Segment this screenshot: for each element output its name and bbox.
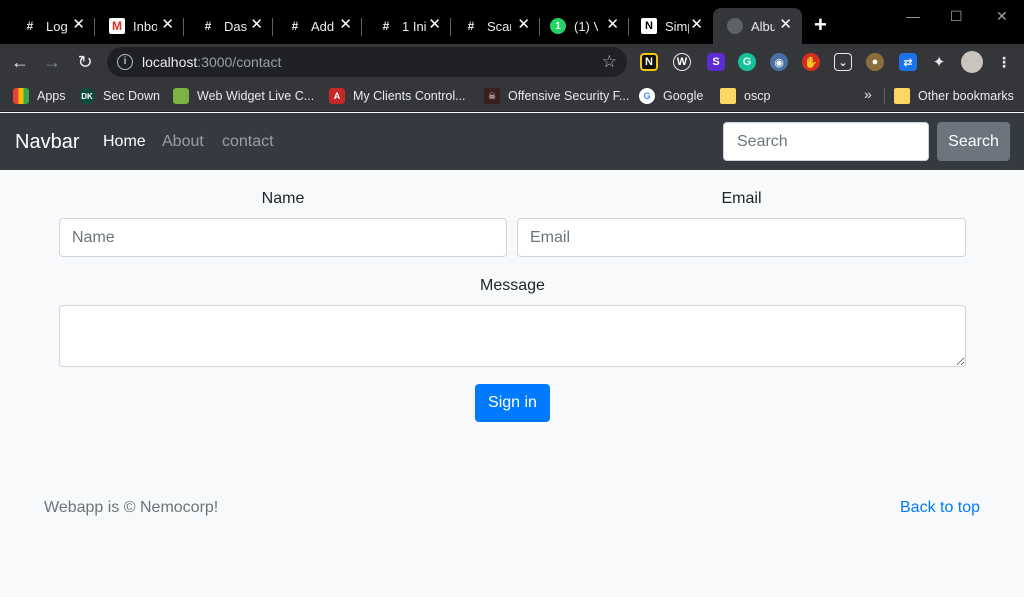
message-textarea[interactable] (59, 305, 966, 367)
window-close-button[interactable]: ✕ (996, 8, 1008, 25)
notion-clipper-extension-icon[interactable]: N (640, 53, 658, 71)
gmail-icon: M (109, 18, 125, 34)
close-icon[interactable]: ✕ (339, 17, 352, 33)
tampermonkey-extension-icon[interactable]: ◉ (770, 53, 788, 71)
new-tab-button[interactable]: + (814, 14, 827, 36)
browser-tab[interactable]: # Scar ✕ (451, 8, 540, 44)
apps-grid-icon (13, 88, 29, 104)
nav-link-about[interactable]: About (162, 133, 204, 151)
nav-link-home[interactable]: Home (103, 133, 146, 151)
bookmark-google[interactable]: G Google (639, 88, 703, 104)
browser-tab[interactable]: # Log ✕ (0, 8, 95, 44)
bookmark-oscp[interactable]: oscp (720, 88, 770, 104)
browser-tab[interactable]: # 1 Ini ✕ (362, 8, 451, 44)
browser-tab[interactable]: 1 (1) V ✕ (540, 8, 629, 44)
email-label: Email (721, 190, 762, 207)
tab-title: Simp (665, 18, 689, 34)
back-arrow-icon[interactable]: ← (8, 50, 32, 74)
search-button[interactable]: Search (937, 122, 1010, 161)
kebab-menu-icon[interactable]: ⋮ (995, 53, 1013, 71)
close-icon[interactable]: ✕ (428, 17, 441, 33)
browser-toolbar: ← → ↻ i localhost:3000/contact ☆ N W S G… (0, 44, 1024, 80)
profile-avatar[interactable] (961, 51, 983, 73)
navbar-brand[interactable]: Navbar (15, 131, 79, 154)
bookmark-apps[interactable]: Apps (13, 88, 66, 104)
browser-tab-strip: # Log ✕ M Inbo ✕ # Dash ✕ # Add ✕ # 1 In… (0, 0, 1024, 44)
tab-title: Inbo (133, 18, 157, 34)
bookmark-web-widget[interactable]: Web Widget Live C... (173, 88, 314, 104)
address-bar[interactable]: i localhost:3000/contact ☆ (107, 47, 627, 77)
tab-title: Albu (751, 18, 775, 34)
bookmark-sec-down[interactable]: DK Sec Down (79, 88, 160, 104)
hash-icon: # (467, 19, 475, 33)
folder-icon (720, 88, 736, 104)
a-logo-icon: A (329, 88, 345, 104)
site-navbar: Navbar Home About contact Search (0, 113, 1024, 170)
browser-tab[interactable]: # Add ✕ (273, 8, 362, 44)
close-icon[interactable]: ✕ (161, 17, 174, 33)
skull-icon: ☠ (484, 88, 500, 104)
back-to-top-link[interactable]: Back to top (900, 499, 980, 517)
wordpress-extension-icon[interactable]: W (673, 53, 691, 71)
whatsapp-icon: 1 (550, 18, 566, 34)
pocket-extension-icon[interactable]: ⌄ (834, 53, 852, 71)
info-icon[interactable]: i (117, 54, 133, 70)
close-icon[interactable]: ✕ (72, 17, 85, 33)
tab-title: Log (46, 18, 68, 34)
close-icon[interactable]: ✕ (606, 17, 619, 33)
browser-tab[interactable]: M Inbo ✕ (95, 8, 184, 44)
close-icon[interactable]: ✕ (250, 17, 263, 33)
bookmark-offensive-security[interactable]: ☠ Offensive Security F... (484, 88, 629, 104)
close-icon[interactable]: ✕ (517, 17, 530, 33)
hash-icon: # (26, 19, 34, 33)
sign-in-button[interactable]: Sign in (475, 384, 550, 422)
grammarly-extension-icon[interactable]: G (738, 53, 756, 71)
email-input[interactable] (517, 218, 966, 257)
bookmark-my-clients[interactable]: A My Clients Control... (329, 88, 466, 104)
name-input[interactable] (59, 218, 507, 257)
cookie-extension-icon[interactable]: ● (866, 53, 884, 71)
search-input[interactable] (723, 122, 929, 161)
bookmarks-bar: Apps DK Sec Down Web Widget Live C... A … (0, 80, 1024, 112)
close-icon[interactable]: ✕ (779, 17, 792, 33)
name-label: Name (261, 190, 305, 207)
leaf-icon (173, 88, 189, 104)
forward-arrow-icon[interactable]: → (40, 50, 64, 74)
browser-tab[interactable]: N Simp ✕ (629, 8, 713, 44)
nav-link-contact[interactable]: contact (222, 133, 274, 151)
hash-icon: # (204, 19, 212, 33)
minimize-button[interactable]: — (906, 8, 920, 24)
stylish-extension-icon[interactable]: S (707, 53, 725, 71)
globe-icon (727, 18, 743, 34)
message-label: Message (480, 277, 545, 294)
hash-icon: # (291, 19, 299, 33)
browser-tab-active[interactable]: Albu ✕ (713, 8, 802, 44)
tab-title: 1 Ini (402, 18, 426, 34)
tab-title: Add (311, 18, 335, 34)
bookmarks-overflow-button[interactable]: » (864, 86, 872, 102)
maximize-button[interactable]: ☐ (950, 8, 963, 25)
url-text: localhost:3000/contact (142, 54, 282, 70)
puzzle-extensions-icon[interactable]: ✦ (930, 53, 948, 71)
tab-title: Dash (224, 18, 248, 34)
folder-icon (894, 88, 910, 104)
bookmark-star-icon[interactable]: ☆ (602, 52, 617, 72)
close-icon[interactable]: ✕ (690, 17, 703, 33)
bookmark-other-bookmarks[interactable]: Other bookmarks (894, 88, 1014, 104)
tab-title: (1) V (574, 18, 598, 34)
browser-tab[interactable]: # Dash ✕ (184, 8, 273, 44)
reload-icon[interactable]: ↻ (73, 50, 97, 74)
footer-copyright: Webapp is © Nemocorp! (44, 499, 219, 516)
notion-icon: N (641, 18, 657, 34)
tab-title: Scar (487, 18, 511, 34)
google-icon: G (639, 88, 655, 104)
dk-icon: DK (79, 88, 95, 104)
translate-extension-icon[interactable]: ⇄ (899, 53, 917, 71)
adblock-extension-icon[interactable]: ✋ (802, 53, 820, 71)
hash-icon: # (382, 19, 390, 33)
